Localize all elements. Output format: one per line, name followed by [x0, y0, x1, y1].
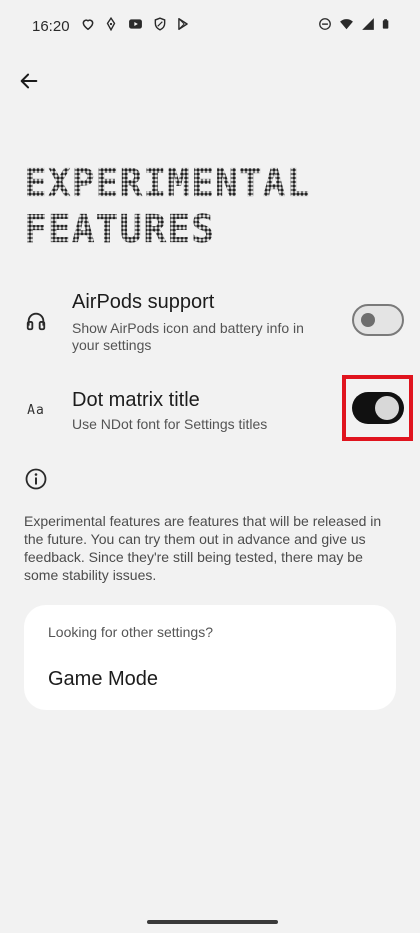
arrow-back-icon — [20, 73, 38, 89]
battery-icon — [381, 17, 392, 35]
toggle-thumb — [361, 313, 375, 327]
other-settings-card: Looking for other settings? Game Mode — [24, 605, 396, 710]
setting-text-dot-matrix: Dot matrix title Use NDot font for Setti… — [72, 388, 334, 433]
signal-icon — [361, 17, 375, 35]
page-title: EXPERIMENTAL FEATURES — [24, 160, 394, 252]
card-hint: Looking for other settings? — [48, 624, 213, 640]
youtube-icon — [127, 17, 144, 35]
info-icon — [24, 467, 48, 491]
headphones-icon — [24, 309, 48, 333]
setting-subtitle-airpods: Show AirPods icon and battery info in yo… — [72, 320, 304, 353]
setting-row-airpods[interactable]: AirPods support Show AirPods icon and ba… — [0, 288, 420, 358]
dot-font-icon: Aa — [24, 398, 48, 422]
play-store-icon — [176, 17, 190, 35]
dot-font-icon-text: Aa — [27, 402, 45, 418]
page-title-line-1: EXPERIMENTAL — [24, 161, 311, 205]
back-button[interactable] — [14, 66, 44, 96]
status-bar: 16:20 — [0, 0, 420, 52]
status-right — [318, 17, 392, 35]
leaf-icon — [104, 17, 118, 35]
status-left: 16:20 — [32, 17, 190, 35]
screen: 16:20 EXPERIMENTAL FEATURES AirPods supp… — [0, 0, 420, 933]
status-time: 16:20 — [32, 17, 70, 35]
setting-title-dot-matrix: Dot matrix title — [72, 389, 200, 411]
home-indicator[interactable] — [147, 920, 278, 924]
setting-text-airpods: AirPods support Show AirPods icon and ba… — [72, 290, 334, 354]
airpods-support-toggle[interactable] — [352, 304, 404, 336]
toggle-thumb — [375, 396, 399, 420]
dot-matrix-title-toggle[interactable] — [352, 392, 404, 424]
heart-icon — [81, 17, 95, 35]
wifi-icon — [338, 17, 355, 35]
info-text: Experimental features are features that … — [24, 513, 382, 583]
do-not-disturb-icon — [318, 17, 332, 35]
game-mode-link[interactable]: Game Mode — [48, 668, 158, 691]
page-title-line-2: FEATURES — [24, 207, 216, 251]
shield-icon — [153, 17, 167, 35]
setting-subtitle-dot-matrix: Use NDot font for Settings titles — [72, 416, 268, 432]
setting-title-airpods: AirPods support — [72, 291, 215, 313]
